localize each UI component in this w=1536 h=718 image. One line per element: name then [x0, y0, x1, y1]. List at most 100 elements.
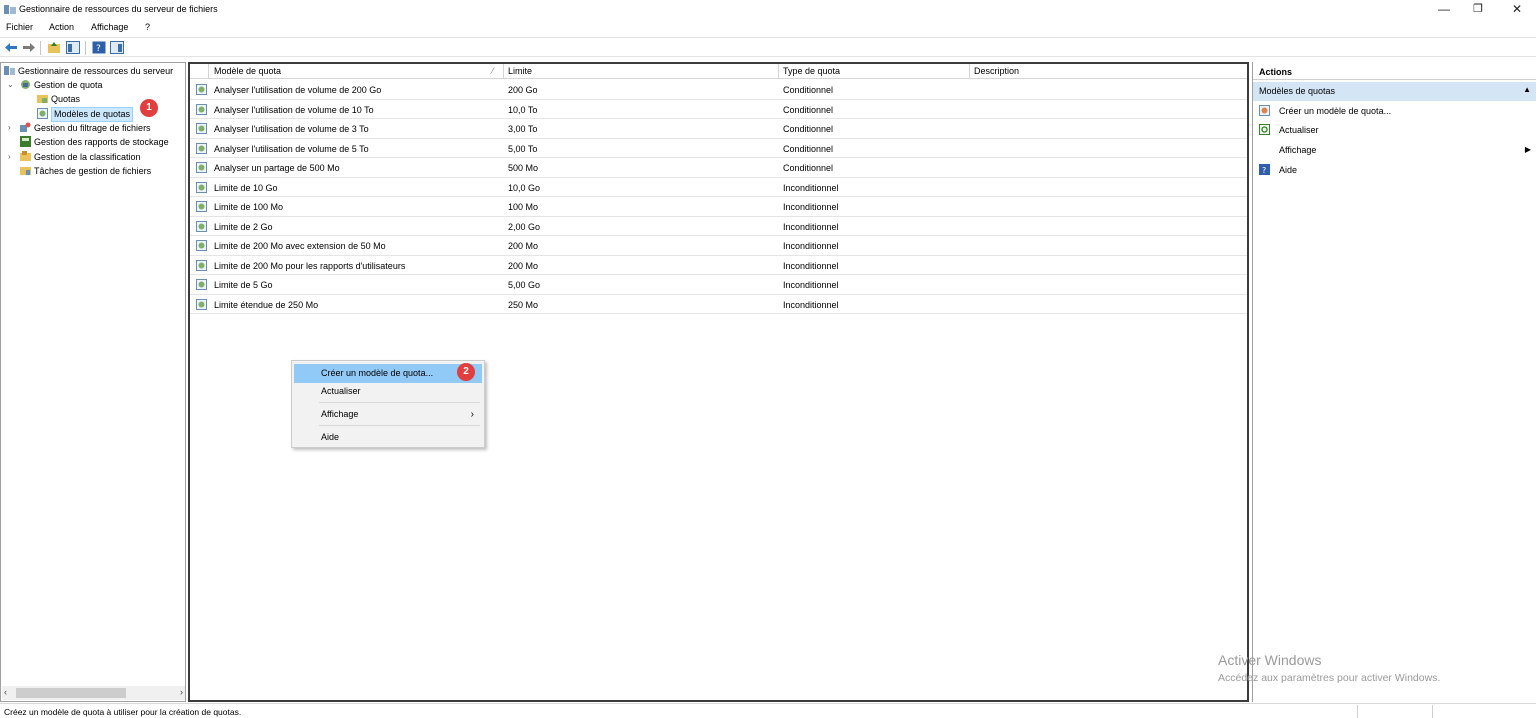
cell-quota-type: Conditionnel — [783, 143, 834, 154]
maximize-button[interactable]: ❐ — [1461, 0, 1495, 20]
quota-management-icon — [21, 80, 30, 89]
tree-item-storage-reports[interactable]: Gestion des rapports de stockage — [20, 136, 169, 150]
ctx-refresh[interactable]: Actualiser — [294, 382, 482, 401]
column-header-type[interactable]: Type de quota — [783, 66, 840, 76]
console-tree: Gestionnaire de ressources du serveur ⌄ … — [0, 62, 186, 702]
storage-report-icon — [20, 136, 31, 147]
quota-template-icon — [37, 108, 48, 119]
sort-indicator-icon: ⁄ — [492, 66, 494, 76]
cell-template-name: Limite étendue de 250 Mo — [214, 299, 319, 310]
collapse-up-icon[interactable]: ▲ — [1523, 85, 1531, 94]
show-console-tree-icon[interactable] — [66, 41, 80, 54]
quota-template-icon — [196, 84, 207, 95]
quota-template-icon — [196, 279, 207, 290]
chevron-down-icon[interactable]: ⌄ — [7, 80, 14, 89]
action-help[interactable]: ? Aide — [1259, 161, 1533, 179]
actions-section-header[interactable]: Modèles de quotas ▲ — [1253, 82, 1536, 101]
chevron-right-icon[interactable]: › — [8, 152, 11, 161]
action-label: Affichage — [1279, 145, 1317, 155]
tree-horizontal-scrollbar[interactable]: ‹ › — [2, 686, 185, 700]
tree-item-file-tasks[interactable]: Tâches de gestion de fichiers — [20, 165, 151, 179]
server-icon — [4, 5, 16, 14]
new-template-icon — [1259, 105, 1270, 116]
column-header-limit[interactable]: Limite — [508, 66, 532, 76]
menu-file[interactable]: Fichier — [6, 22, 33, 32]
status-text: Créez un modèle de quota à utiliser pour… — [4, 707, 242, 717]
file-tasks-icon — [20, 167, 31, 175]
close-button[interactable]: ✕ — [1500, 0, 1534, 20]
scrollbar-thumb[interactable] — [16, 688, 126, 698]
table-row[interactable]: Limite de 200 Mo avec extension de 50 Mo… — [190, 236, 1247, 256]
cell-limit: 200 Mo — [508, 260, 539, 271]
table-row[interactable]: Limite étendue de 250 Mo 250 Mo Inconditio… — [190, 295, 1247, 314]
help-icon: ? — [1259, 164, 1270, 175]
column-header-description[interactable]: Description — [974, 66, 1019, 76]
quota-template-icon — [196, 240, 207, 251]
table-row[interactable]: Limite de 2 Go 2,00 Go Inconditionnel — [190, 217, 1247, 236]
activation-watermark-text: Accédez aux paramètres pour activer Wind… — [1218, 672, 1441, 684]
menu-action[interactable]: Action — [49, 22, 74, 32]
quota-template-icon — [196, 298, 207, 310]
table-row[interactable]: Limite de 5 Go 5,00 Go Inconditionnel — [190, 275, 1247, 295]
cell-quota-type: Conditionnel — [783, 85, 834, 95]
column-separator — [208, 64, 209, 79]
column-header-template[interactable]: Modèle de quota — [214, 66, 281, 76]
table-row[interactable]: Analyser l'utilisation de volume de 5 To… — [190, 139, 1247, 158]
cell-quota-type: Inconditionnel — [783, 241, 839, 251]
cell-quota-type: Inconditionnel — [783, 182, 839, 193]
list-header: Modèle de quota ⁄ Limite Type de quota D… — [190, 64, 1247, 79]
tree-item-quota-management[interactable]: Gestion de quota — [20, 79, 103, 93]
action-label: Aide — [1279, 165, 1298, 175]
cell-template-name: Analyser l'utilisation de volume de 3 To — [214, 124, 369, 134]
table-row[interactable]: Analyser l'utilisation de volume de 3 To… — [190, 119, 1247, 139]
tree-item-classification[interactable]: Gestion de la classification — [20, 151, 141, 165]
table-row[interactable]: Limite de 200 Mo pour les rapports d'uti… — [190, 256, 1247, 275]
menu-view[interactable]: Affichage — [91, 22, 128, 32]
toolbar-separator — [85, 41, 86, 55]
cell-template-name: Limite de 200 Mo avec extension de 50 Mo — [214, 241, 386, 251]
table-row[interactable]: Analyser un partage de 500 Mo 500 Mo Condi… — [190, 158, 1247, 178]
ctx-view-label: Affichage — [321, 409, 359, 419]
cell-template-name: Limite de 200 Mo pour les rapports d'uti… — [214, 260, 406, 271]
cell-limit: 3,00 To — [508, 124, 538, 134]
table-row[interactable]: Limite de 10 Go 10,0 Go Inconditionnel — [190, 178, 1247, 197]
cell-template-name: Analyser l'utilisation de volume de 5 To — [214, 143, 369, 154]
back-arrow-icon[interactable] — [4, 41, 18, 54]
action-refresh[interactable]: Actualiser — [1259, 121, 1533, 139]
tree-item-file-screening[interactable]: Gestion du filtrage de fichiers — [20, 122, 151, 136]
action-create-quota-template[interactable]: Créer un modèle de quota... — [1259, 102, 1533, 120]
step-badge-1: 1 — [140, 99, 158, 117]
up-folder-icon[interactable] — [47, 41, 61, 54]
forward-arrow-icon[interactable] — [22, 41, 36, 54]
show-action-pane-icon[interactable] — [110, 41, 124, 54]
cell-quota-type: Conditionnel — [783, 163, 834, 173]
ctx-create-quota-template[interactable]: Créer un modèle de quota... — [294, 364, 482, 383]
quota-template-icon — [196, 259, 207, 271]
cell-template-name: Limite de 100 Mo — [214, 202, 284, 212]
cell-quota-type: Conditionnel — [783, 124, 834, 134]
action-view[interactable]: Affichage ▶ — [1259, 141, 1533, 159]
tree-item-quota-templates[interactable]: Modèles de quotas — [37, 107, 134, 122]
minimize-button[interactable]: — — [1427, 0, 1461, 20]
quota-template-icon — [196, 201, 207, 212]
ctx-view[interactable]: Affichage › — [294, 405, 482, 424]
help-icon[interactable]: ? — [92, 41, 106, 54]
action-label: Actualiser — [1279, 125, 1319, 135]
scroll-left-icon[interactable]: ‹ — [4, 687, 7, 697]
table-row[interactable]: Analyser l'utilisation de volume de 200 … — [190, 80, 1247, 100]
status-bar: Créez un modèle de quota à utiliser pour… — [0, 703, 1536, 718]
menu-bar: Fichier Action Affichage ? — [0, 20, 1536, 36]
folder-quota-icon — [37, 95, 48, 103]
status-divider — [1432, 705, 1433, 718]
tree-item-quotas[interactable]: Quotas — [37, 93, 80, 107]
submenu-arrow-icon: ▶ — [1524, 145, 1531, 154]
scroll-right-icon[interactable]: › — [180, 687, 183, 697]
ctx-help[interactable]: Aide — [294, 428, 482, 447]
chevron-right-icon[interactable]: › — [8, 123, 11, 132]
tree-item-root[interactable]: Gestionnaire de ressources du serveur — [4, 65, 173, 79]
table-row[interactable]: Limite de 100 Mo 100 Mo Inconditionnel — [190, 197, 1247, 217]
menu-help[interactable]: ? — [145, 22, 150, 32]
table-row[interactable]: Analyser l'utilisation de volume de 10 T… — [190, 100, 1247, 119]
quota-template-icon — [196, 181, 207, 193]
cell-template-name: Limite de 2 Go — [214, 221, 273, 232]
